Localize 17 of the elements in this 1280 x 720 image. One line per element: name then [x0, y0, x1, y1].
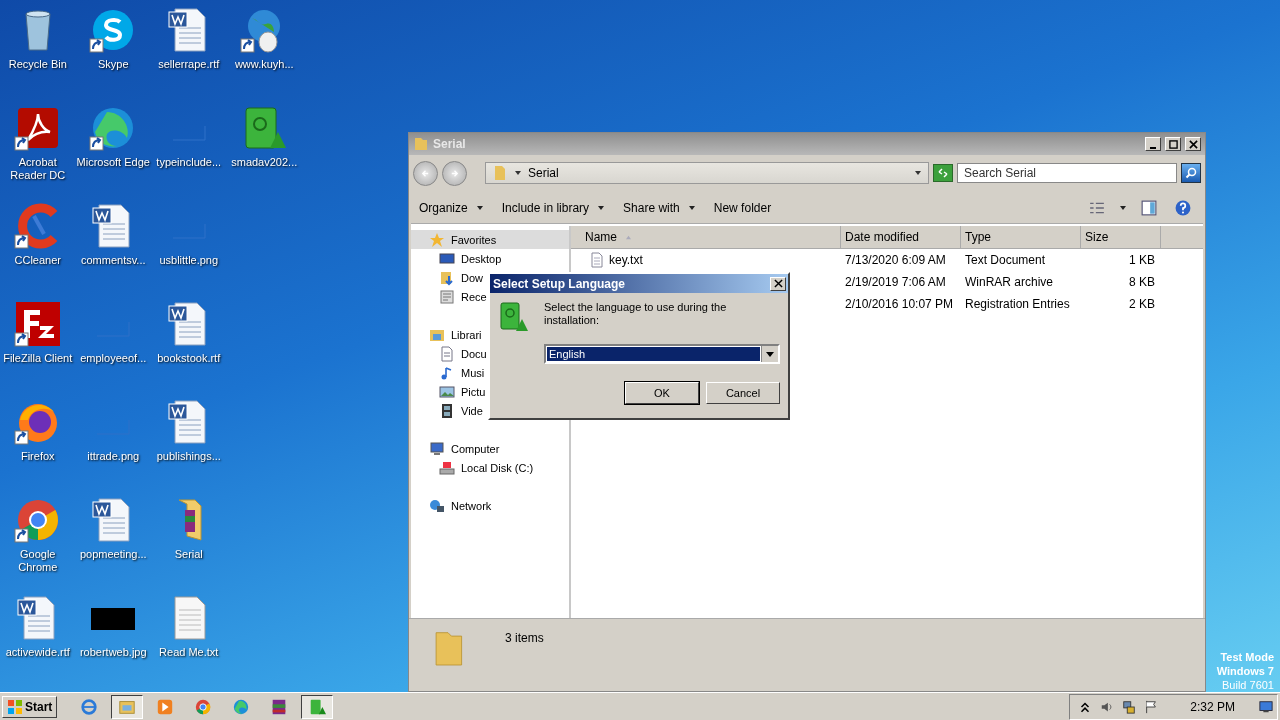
item-count: 3 items [505, 631, 544, 645]
date-cell: 2/19/2019 7:06 AM [845, 275, 946, 289]
size-cell: 8 KB [1129, 275, 1155, 289]
system-text: Windows 7 [1216, 664, 1274, 678]
system-text: Build 7601 [1222, 678, 1274, 692]
window-title: Serial [433, 137, 466, 151]
dialog-title: Select Setup Language [493, 276, 626, 291]
dialog-message: Select the language to use during the installation: [544, 301, 728, 327]
type-cell: WinRAR archive [965, 275, 1054, 289]
size-cell: 2 KB [1129, 297, 1155, 311]
system-text: Test Mode [1220, 650, 1274, 664]
date-cell: 7/13/2020 6:09 AM [845, 253, 946, 267]
size-cell: 1 KB [1129, 253, 1155, 267]
type-cell: Registration Entries [965, 297, 1070, 311]
date-cell: 2/10/2016 10:07 PM [845, 297, 954, 311]
address-text: Serial [528, 166, 559, 180]
type-cell: Text Document [965, 253, 1046, 267]
